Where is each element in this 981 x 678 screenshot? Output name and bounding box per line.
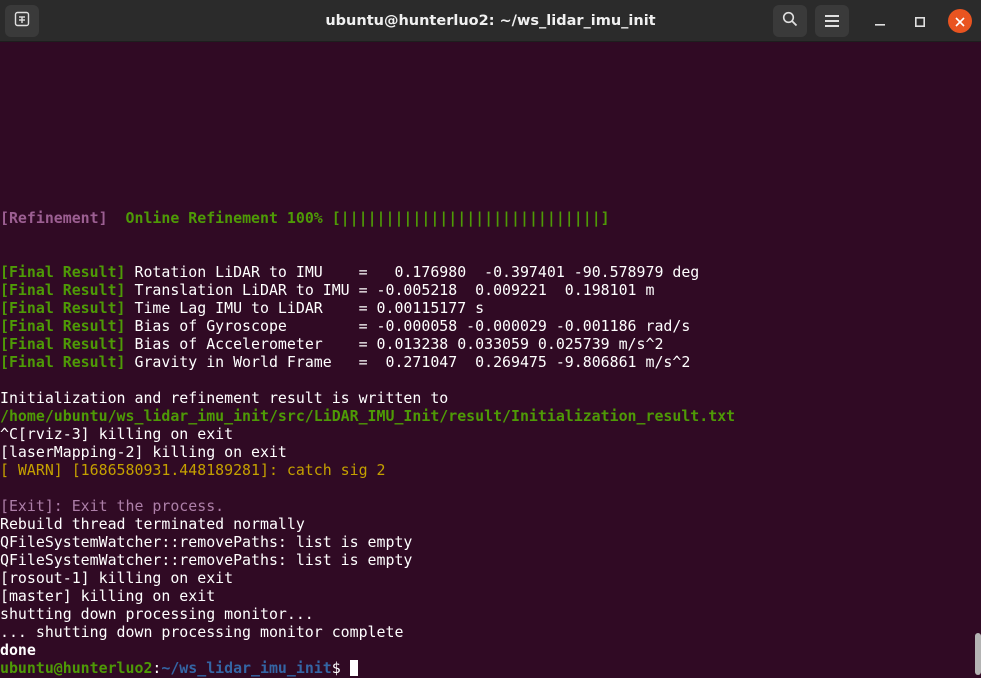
- final-result-tag: [Final Result]: [0, 317, 126, 335]
- maximize-button[interactable]: [908, 9, 932, 33]
- rebuild-line: Rebuild thread terminated normally: [0, 515, 305, 533]
- final-result-tag: [Final Result]: [0, 353, 126, 371]
- final-result-tag: [Final Result]: [0, 299, 126, 317]
- final-result-tag: [Final Result]: [0, 281, 126, 299]
- done-line: done: [0, 641, 36, 659]
- minimize-icon: [875, 12, 885, 31]
- refinement-line: [Refinement] Online Refinement 100% [|||…: [0, 209, 610, 227]
- final-result-text: Bias of Accelerometer = 0.013238 0.03305…: [125, 335, 664, 353]
- close-icon: [955, 12, 965, 31]
- rosout-kill-line: [rosout-1] killing on exit: [0, 569, 234, 587]
- prompt-symbol: $: [331, 659, 350, 677]
- minimize-button[interactable]: [868, 9, 892, 33]
- warn-line: [ WARN] [1686580931.448189281]: catch si…: [0, 461, 386, 479]
- final-result-text: Gravity in World Frame = 0.271047 0.2694…: [125, 353, 691, 371]
- shutdown-complete-line: ... shutting down processing monitor com…: [0, 623, 404, 641]
- search-button[interactable]: [773, 5, 807, 37]
- final-result-text: Bias of Gyroscope = -0.000058 -0.000029 …: [125, 317, 691, 335]
- hamburger-menu-icon: [825, 12, 839, 31]
- final-result-tag: [Final Result]: [0, 263, 126, 281]
- final-result-rotation: [Final Result] Rotation LiDAR to IMU = 0…: [0, 263, 699, 281]
- title-bar: ubuntu@hunterluo2: ~/ws_lidar_imu_init: [0, 0, 981, 42]
- close-button[interactable]: [948, 9, 972, 33]
- final-result-time-lag: [Final Result] Time Lag IMU to LiDAR = 0…: [0, 299, 484, 317]
- scrollbar-thumb[interactable]: [975, 633, 981, 675]
- final-result-text: Time Lag IMU to LiDAR = 0.00115177 s: [125, 299, 485, 317]
- qfilesystemwatcher-line: QFileSystemWatcher::removePaths: list is…: [0, 533, 413, 551]
- maximize-icon: [915, 12, 925, 31]
- qfilesystemwatcher-line: QFileSystemWatcher::removePaths: list is…: [0, 551, 413, 569]
- laser-kill-line: [laserMapping-2] killing on exit: [0, 443, 287, 461]
- shutdown-line: shutting down processing monitor...: [0, 605, 314, 623]
- master-kill-line: [master] killing on exit: [0, 587, 216, 605]
- refinement-tag: [Refinement]: [0, 209, 108, 227]
- exit-line: [Exit]: Exit the process.: [0, 497, 225, 515]
- final-result-gravity: [Final Result] Gravity in World Frame = …: [0, 353, 690, 371]
- text-cursor: [349, 660, 358, 676]
- written-to-line: Initialization and refinement result is …: [0, 389, 449, 407]
- final-result-text: Translation LiDAR to IMU = -0.005218 0.0…: [125, 281, 655, 299]
- prompt-user-host: ubuntu@hunterluo2: [0, 659, 153, 677]
- prompt-path: ~/ws_lidar_imu_init: [161, 659, 332, 677]
- final-result-translation: [Final Result] Translation LiDAR to IMU …: [0, 281, 654, 299]
- final-result-tag: [Final Result]: [0, 335, 126, 353]
- final-result-accel-bias: [Final Result] Bias of Accelerometer = 0…: [0, 335, 663, 353]
- shell-prompt[interactable]: ubuntu@hunterluo2:~/ws_lidar_imu_init$: [0, 659, 358, 677]
- refinement-progress: Online Refinement 100% [||||||||||||||||…: [107, 209, 610, 227]
- rviz-kill-line: ^C[rviz-3] killing on exit: [0, 425, 234, 443]
- final-result-gyro-bias: [Final Result] Bias of Gyroscope = -0.00…: [0, 317, 690, 335]
- result-path-line: /home/ubuntu/ws_lidar_imu_init/src/LiDAR…: [0, 407, 736, 425]
- menu-button[interactable]: [815, 5, 849, 37]
- terminal-output[interactable]: [Refinement] Online Refinement 100% [|||…: [0, 43, 972, 678]
- search-icon: [782, 11, 798, 31]
- final-result-text: Rotation LiDAR to IMU = 0.176980 -0.3974…: [125, 263, 700, 281]
